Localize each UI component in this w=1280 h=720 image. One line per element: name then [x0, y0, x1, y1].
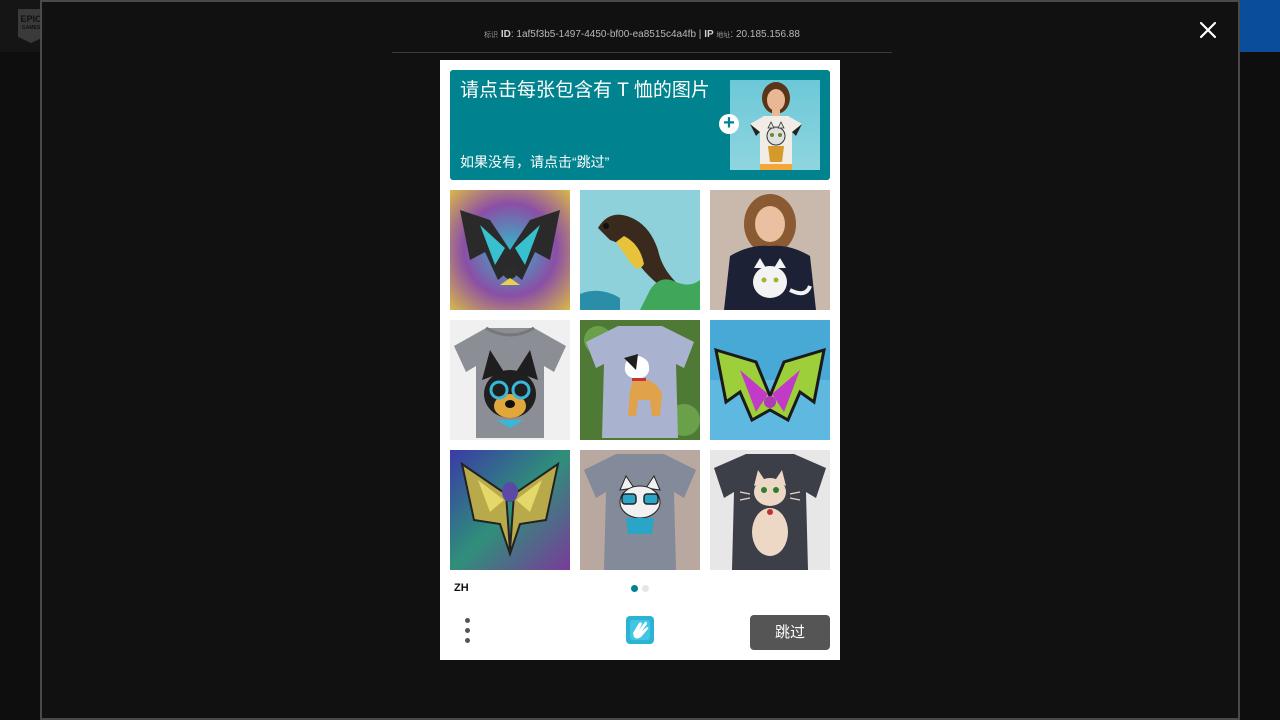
- prompt-title: 请点击每张包含有 T 恤的图片: [460, 80, 710, 101]
- tile-grey-tshirt-dog[interactable]: [580, 320, 700, 440]
- tile-woman-cat-sweater[interactable]: [710, 190, 830, 310]
- session-info: 标识 ID: 1af5f3b5-1497-4450-bf00-ea8515c4a…: [484, 29, 800, 40]
- session-id: 1af5f3b5-1497-4450-bf00-ea8515c4a4fb: [516, 29, 697, 40]
- prompt-subtitle: 如果没有，请点击“跳过”: [460, 154, 610, 170]
- page: EPIC GAMES 标识 ID: 1af5f3b5-1497-4450-bf0…: [0, 0, 1280, 720]
- id-prefix: 标识: [484, 32, 499, 39]
- close-button[interactable]: [1196, 18, 1220, 42]
- ip-suffix: 地址: [716, 32, 731, 39]
- hcaptcha-hand-icon: [623, 613, 657, 647]
- language-selector[interactable]: ZH: [454, 582, 469, 594]
- tile-grey-tshirt-dog-glasses[interactable]: [450, 320, 570, 440]
- meta-separator: |: [698, 29, 702, 40]
- tile-moth-art[interactable]: [450, 450, 570, 570]
- more-vertical-icon[interactable]: [460, 616, 474, 646]
- tile-otter[interactable]: [580, 190, 700, 310]
- meta-divider: [392, 52, 892, 53]
- logo-text: EPIC: [20, 14, 42, 24]
- plus-circle-icon: +: [719, 113, 739, 134]
- tile-dark-tshirt-cat[interactable]: [710, 450, 830, 570]
- ip-address: 20.185.156.88: [735, 29, 800, 40]
- skip-button[interactable]: 跳过: [750, 615, 830, 650]
- challenge-prompt: 请点击每张包含有 T 恤的图片 如果没有，请点击“跳过” +: [450, 70, 830, 180]
- tile-grey-tshirt-cat[interactable]: [580, 450, 700, 570]
- page-dot-inactive: [642, 585, 649, 592]
- ip-label: IP: [704, 29, 714, 40]
- background-blue-button: [1238, 0, 1280, 52]
- captcha-overlay: 标识 ID: 1af5f3b5-1497-4450-bf00-ea8515c4a…: [40, 0, 1240, 720]
- close-icon: [1199, 21, 1217, 39]
- tile-bat-purple[interactable]: [710, 320, 830, 440]
- image-grid: [450, 190, 830, 570]
- captcha-challenge: 请点击每张包含有 T 恤的图片 如果没有，请点击“跳过” + ZH 跳过: [440, 60, 840, 660]
- page-indicator: [631, 585, 651, 593]
- tile-bat-nebula[interactable]: [450, 190, 570, 310]
- id-label: ID: [500, 29, 511, 40]
- page-dot-active: [631, 585, 638, 592]
- example-image: [730, 80, 820, 170]
